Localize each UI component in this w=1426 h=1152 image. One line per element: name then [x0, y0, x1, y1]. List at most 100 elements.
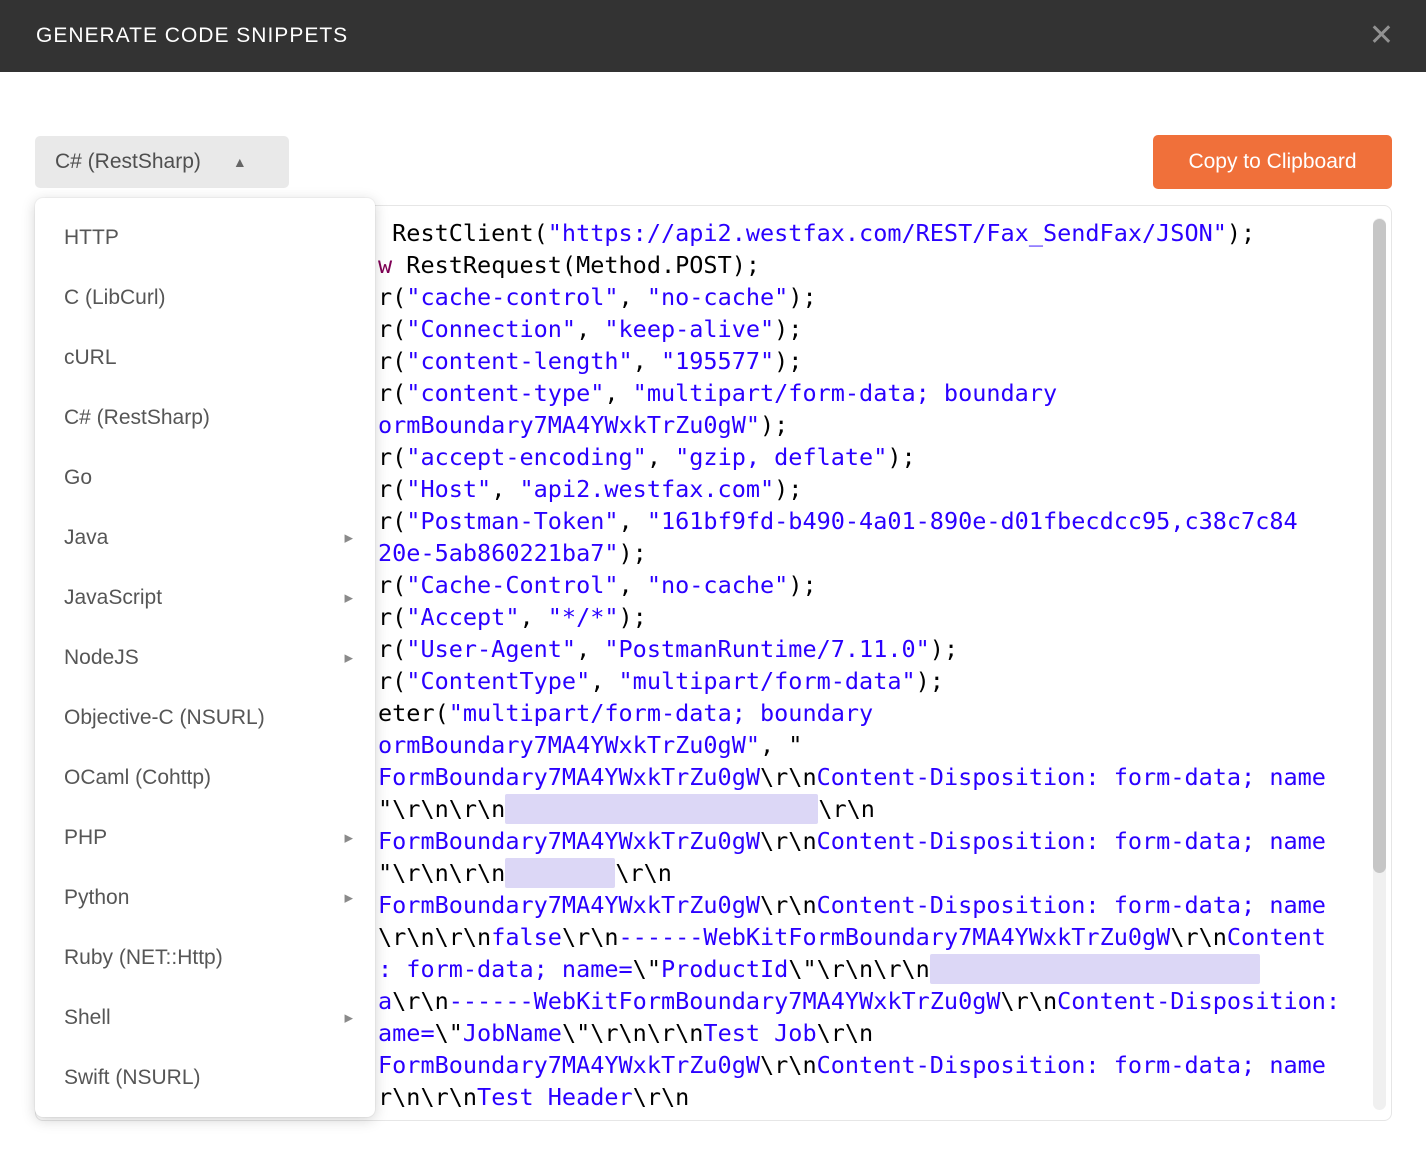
- menu-item-label: C# (RestSharp): [64, 406, 353, 430]
- code-string: JobName: [463, 1019, 562, 1047]
- code-text: ,: [647, 443, 675, 471]
- code-text: r(: [378, 667, 406, 695]
- code-text: );: [788, 283, 816, 311]
- code-string: Content-Disposition: form-data; name: [817, 827, 1326, 855]
- code-text: \r\n\r\n: [378, 923, 491, 951]
- code-text: );: [788, 571, 816, 599]
- code-line: r("Postman-Token", "161bf9fd-b490-4a01-8…: [378, 505, 1363, 537]
- code-line: a\r\n------WebKitFormBoundary7MA4YWxkTrZ…: [378, 985, 1363, 1017]
- code-line: r("User-Agent", "PostmanRuntime/7.11.0")…: [378, 633, 1363, 665]
- code-text: \r\n: [817, 1019, 874, 1047]
- code-string: ormBoundary7MA4YWxkTrZu0gW": [378, 731, 760, 759]
- code-line: ormBoundary7MA4YWxkTrZu0gW", ": [378, 729, 1363, 761]
- scrollbar-thumb[interactable]: [1373, 219, 1386, 873]
- code-string: "https://api2.westfax.com/REST/Fax_SendF…: [548, 219, 1227, 247]
- code-text: \r\n: [633, 1083, 690, 1111]
- code-line: r\n\r\nTest Header\r\n: [378, 1081, 1363, 1113]
- code-string: "Accept": [406, 603, 519, 631]
- menu-item-ruby-net-http[interactable]: Ruby (NET::Http): [35, 928, 375, 988]
- code-line: eter("multipart/form-data; boundary: [378, 697, 1363, 729]
- menu-item-label: Objective-C (NSURL): [64, 706, 353, 730]
- code-text: r\n\r\n: [378, 1083, 477, 1111]
- menu-item-java[interactable]: Java▸: [35, 508, 375, 568]
- code-text: \"\r\n\r\n: [788, 955, 929, 983]
- code-string: "Postman-Token": [406, 507, 618, 535]
- menu-item-python[interactable]: Python▸: [35, 868, 375, 928]
- code-string: Content-Disposition:: [1057, 987, 1340, 1015]
- menu-item-c-libcurl[interactable]: C (LibCurl): [35, 268, 375, 328]
- code-line: r("accept-encoding", "gzip, deflate");: [378, 441, 1363, 473]
- submenu-arrow-icon: ▸: [344, 828, 353, 848]
- code-text: r(: [378, 475, 406, 503]
- code-string: "content-length": [406, 347, 632, 375]
- code-line: "\r\n\r\n\r\n: [378, 793, 1363, 825]
- code-string: "multipart/form-data; boundary: [633, 379, 1057, 407]
- close-icon[interactable]: ✕: [1369, 21, 1394, 51]
- code-string: "no-cache": [647, 283, 788, 311]
- code-string: "accept-encoding": [406, 443, 647, 471]
- menu-item-c-restsharp[interactable]: C# (RestSharp): [35, 388, 375, 448]
- modal-header: GENERATE CODE SNIPPETS ✕: [0, 0, 1426, 72]
- menu-item-shell[interactable]: Shell▸: [35, 988, 375, 1048]
- code-text: );: [774, 315, 802, 343]
- code-string: ormBoundary7MA4YWxkTrZu0gW": [378, 411, 760, 439]
- code-string: Content-Disposition: form-data; name: [817, 1051, 1326, 1079]
- menu-item-go[interactable]: Go: [35, 448, 375, 508]
- menu-item-label: Java: [64, 526, 344, 550]
- code-string: "195577": [661, 347, 774, 375]
- copy-to-clipboard-button[interactable]: Copy to Clipboard: [1153, 135, 1392, 189]
- code-text: ,: [491, 475, 519, 503]
- code-text: ,: [576, 635, 604, 663]
- code-text: );: [774, 347, 802, 375]
- caret-up-icon: ▲: [233, 154, 247, 170]
- menu-item-objective-c-nsurl[interactable]: Objective-C (NSURL): [35, 688, 375, 748]
- menu-item-nodejs[interactable]: NodeJS▸: [35, 628, 375, 688]
- code-string: Content-Disposition: form-data; name: [817, 891, 1326, 919]
- code-text: ,: [619, 283, 647, 311]
- submenu-arrow-icon: ▸: [344, 588, 353, 608]
- language-selector-button[interactable]: C# (RestSharp) ▲: [35, 136, 289, 188]
- code-string: ProductId: [661, 955, 788, 983]
- code-text: ,: [619, 571, 647, 599]
- generate-code-snippets-modal: GENERATE CODE SNIPPETS ✕ C# (RestSharp) …: [0, 0, 1426, 1152]
- code-string: "Cache-Control": [406, 571, 618, 599]
- code-string: "gzip, deflate": [675, 443, 887, 471]
- code-line: r("Accept", "*/*");: [378, 601, 1363, 633]
- code-string: ------WebKitFormBoundary7MA4YWxkTrZu0gW: [449, 987, 1001, 1015]
- code-string: "cache-control": [406, 283, 618, 311]
- menu-item-label: Ruby (NET::Http): [64, 946, 353, 970]
- code-text: ,: [604, 379, 632, 407]
- code-text: \r\n: [760, 891, 817, 919]
- code-string: "Host": [406, 475, 491, 503]
- code-line: ormBoundary7MA4YWxkTrZu0gW");: [378, 409, 1363, 441]
- menu-item-javascript[interactable]: JavaScript▸: [35, 568, 375, 628]
- code-string: Test Job: [703, 1019, 816, 1047]
- code-text: r(: [378, 571, 406, 599]
- code-text: r(: [378, 603, 406, 631]
- code-string: Content: [1227, 923, 1326, 951]
- code-text: );: [619, 603, 647, 631]
- scrollbar-track[interactable]: [1373, 218, 1386, 1110]
- menu-item-curl[interactable]: cURL: [35, 328, 375, 388]
- code-text: r(: [378, 507, 406, 535]
- code-text: \r\n: [1001, 987, 1058, 1015]
- code-text: );: [887, 443, 915, 471]
- code-line: RestClient("https://api2.westfax.com/RES…: [378, 217, 1363, 249]
- menu-item-label: C (LibCurl): [64, 286, 353, 310]
- code-string: Content-Disposition: form-data; name: [817, 763, 1326, 791]
- code-text: \r\n: [760, 1051, 817, 1079]
- menu-item-http[interactable]: HTTP: [35, 208, 375, 268]
- code-string: "User-Agent": [406, 635, 576, 663]
- code-line: r("Connection", "keep-alive");: [378, 313, 1363, 345]
- menu-item-ocaml-cohttp[interactable]: OCaml (Cohttp): [35, 748, 375, 808]
- code-text: \": [435, 1019, 463, 1047]
- code-text: \r\n: [392, 987, 449, 1015]
- code-text: ,: [619, 507, 647, 535]
- code-text: );: [774, 475, 802, 503]
- menu-item-php[interactable]: PHP▸: [35, 808, 375, 868]
- submenu-arrow-icon: ▸: [344, 888, 353, 908]
- menu-item-label: HTTP: [64, 226, 353, 250]
- code-string: "PostmanRuntime/7.11.0": [604, 635, 929, 663]
- code-string: ------WebKitFormBoundary7MA4YWxkTrZu0gW: [619, 923, 1171, 951]
- menu-item-swift-nsurl[interactable]: Swift (NSURL): [35, 1048, 375, 1108]
